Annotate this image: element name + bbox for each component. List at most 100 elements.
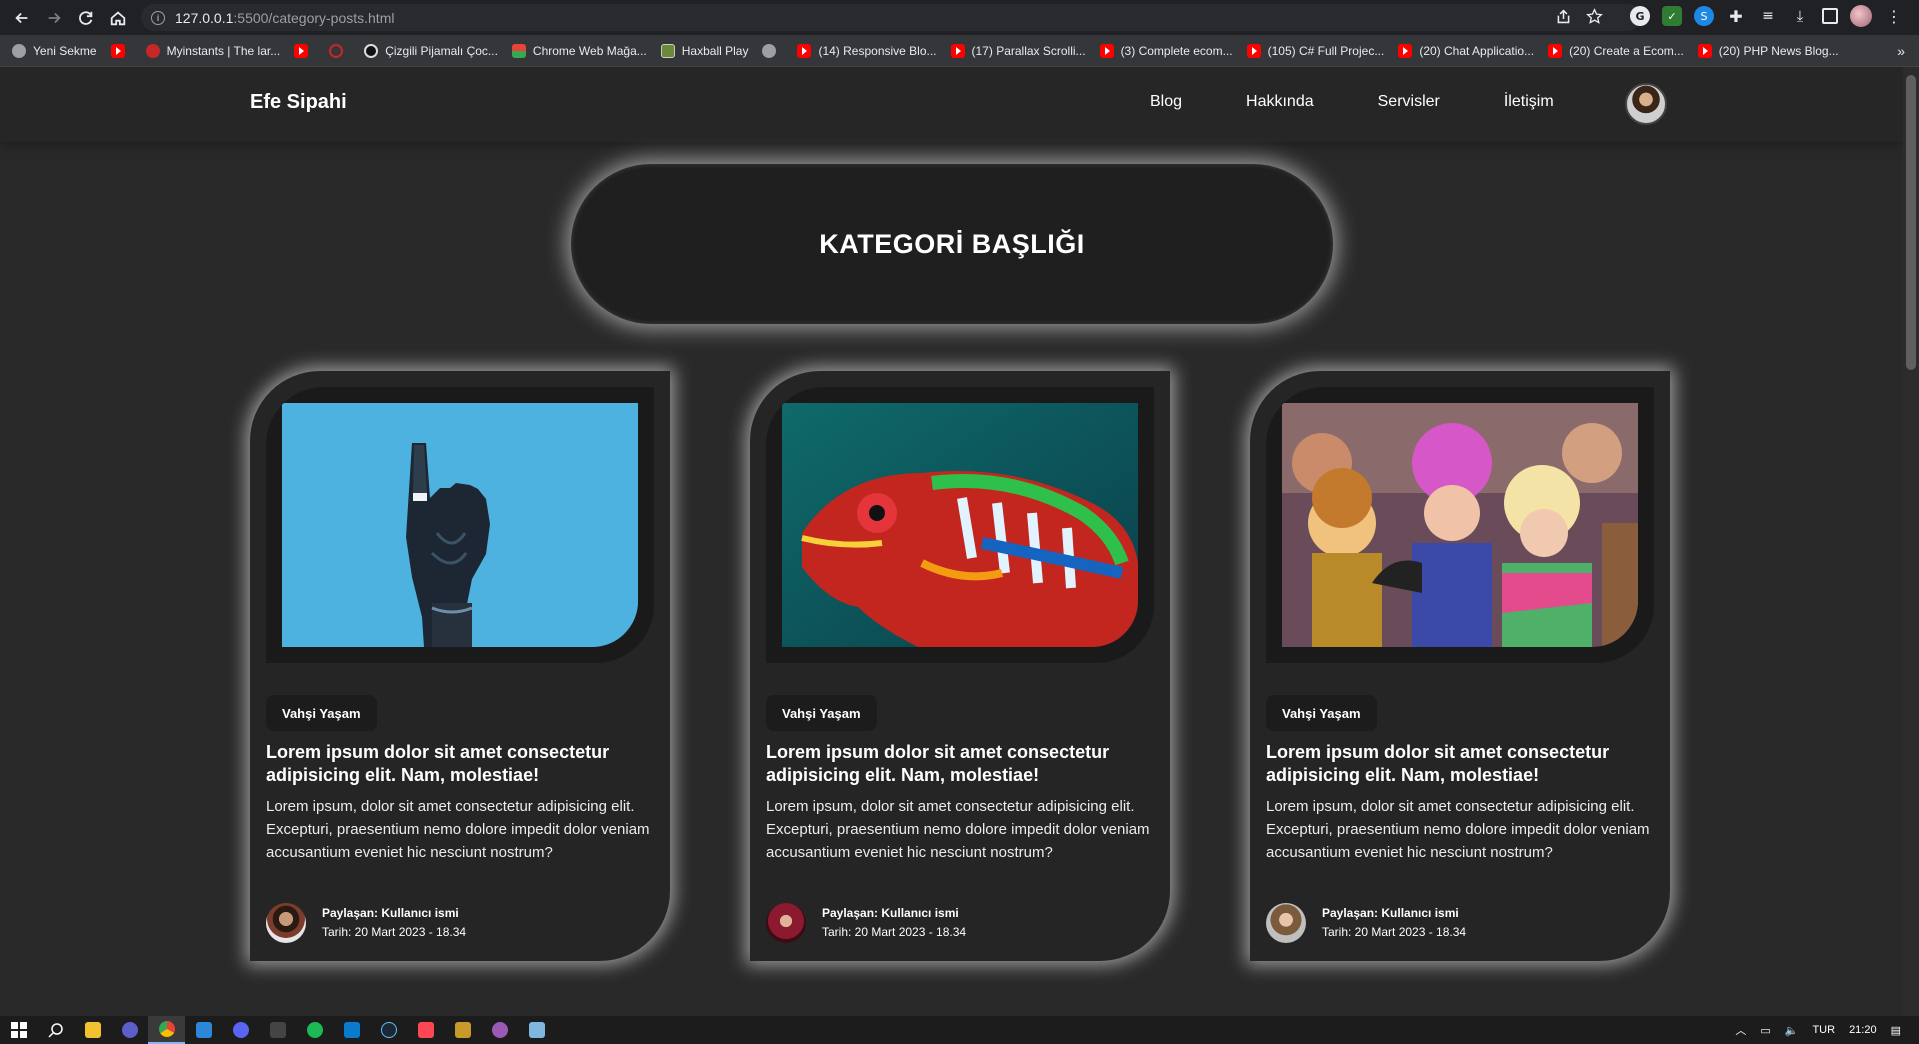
bookmark-item[interactable]: (105) C# Full Projec...: [1246, 43, 1385, 58]
extension-shazam-icon[interactable]: S: [1694, 6, 1714, 26]
bookmark-item[interactable]: Yeni Sekme: [12, 43, 97, 58]
user-avatar[interactable]: [1625, 83, 1667, 125]
post-category-tag[interactable]: Vahşi Yaşam: [1266, 695, 1377, 731]
post-title[interactable]: Lorem ipsum dolor sit amet consectetur a…: [1266, 741, 1658, 787]
vscode-icon[interactable]: [333, 1016, 370, 1044]
author-name: Paylaşan: Kullanıcı ismi: [322, 906, 459, 920]
bookmark-item[interactable]: [762, 43, 783, 58]
clock[interactable]: 21:20: [1849, 1024, 1877, 1036]
mail-icon[interactable]: [185, 1016, 222, 1044]
author-avatar[interactable]: [766, 903, 806, 943]
start-menu-icon[interactable]: [0, 1016, 37, 1044]
bookmark-label: (3) Complete ecom...: [1120, 43, 1233, 58]
site-header: Efe Sipahi Blog Hakkında Servisler İleti…: [0, 67, 1903, 142]
bookmark-favicon-icon: [1246, 43, 1261, 58]
bookmark-item[interactable]: (14) Responsive Blo...: [797, 43, 937, 58]
post-image-chameleon[interactable]: [782, 403, 1138, 647]
nav-link-contact[interactable]: İletişim: [1504, 93, 1554, 111]
tray-chevron-icon[interactable]: ︿: [1735, 1022, 1746, 1038]
bookmarks-overflow-icon[interactable]: »: [1897, 43, 1905, 59]
side-panel-icon[interactable]: [1822, 8, 1838, 24]
bookmark-item[interactable]: Haxball Play: [660, 43, 748, 58]
bookmark-label: (105) C# Full Projec...: [1267, 43, 1385, 58]
volume-icon[interactable]: 🔈: [1785, 1024, 1799, 1037]
home-icon[interactable]: [102, 2, 134, 34]
site-brand[interactable]: Efe Sipahi: [250, 91, 347, 114]
bookmark-label: Çizgili Pijamalı Çoc...: [385, 43, 498, 58]
bookmark-label: Yeni Sekme: [33, 43, 97, 58]
nav-link-services[interactable]: Servisler: [1378, 93, 1440, 111]
discord-icon[interactable]: [222, 1016, 259, 1044]
share-icon[interactable]: [1555, 8, 1572, 25]
bookmark-favicon-icon: [364, 43, 379, 58]
bookmark-item[interactable]: (20) PHP News Blog...: [1697, 43, 1839, 58]
network-icon[interactable]: ▭: [1760, 1024, 1770, 1037]
bookmark-item[interactable]: (3) Complete ecom...: [1099, 43, 1233, 58]
github-icon[interactable]: [481, 1016, 518, 1044]
bookmark-item[interactable]: [294, 43, 315, 58]
post-title[interactable]: Lorem ipsum dolor sit amet consectetur a…: [766, 741, 1158, 787]
extension-shield-icon[interactable]: ✓: [1662, 6, 1682, 26]
post-category-tag[interactable]: Vahşi Yaşam: [266, 695, 377, 731]
forward-icon[interactable]: [38, 2, 70, 34]
post-card[interactable]: Vahşi Yaşam Lorem ipsum dolor sit amet c…: [750, 371, 1170, 961]
nav-link-blog[interactable]: Blog: [1150, 93, 1182, 111]
bookmark-favicon-icon: [1697, 43, 1712, 58]
bookmark-item[interactable]: (17) Parallax Scrolli...: [950, 43, 1086, 58]
reload-icon[interactable]: [70, 2, 102, 34]
post-category-tag[interactable]: Vahşi Yaşam: [766, 695, 877, 731]
post-title[interactable]: Lorem ipsum dolor sit amet consectetur a…: [266, 741, 658, 787]
bookmark-favicon-icon: [762, 43, 777, 58]
post-author: Paylaşan: Kullanıcı ismi Tarih: 20 Mart …: [1266, 903, 1466, 943]
steam-icon[interactable]: [370, 1016, 407, 1044]
app-icon[interactable]: [444, 1016, 481, 1044]
download-icon[interactable]: ⤓: [1790, 6, 1810, 26]
category-hero: KATEGORİ BAŞLIĞI: [571, 164, 1333, 324]
post-card[interactable]: Vahşi Yaşam Lorem ipsum dolor sit amet c…: [250, 371, 670, 961]
bookmark-item[interactable]: Myinstants | The lar...: [145, 43, 280, 58]
post-image-parade[interactable]: [1282, 403, 1638, 647]
file-explorer-icon[interactable]: [74, 1016, 111, 1044]
bookmark-item[interactable]: (20) Create a Ecom...: [1548, 43, 1684, 58]
post-image-robot-hand[interactable]: [282, 403, 638, 647]
media-queue-icon[interactable]: ≡: [1758, 6, 1778, 26]
profile-avatar[interactable]: [1850, 5, 1872, 27]
bookmark-item[interactable]: [329, 43, 350, 58]
page-scrollbar[interactable]: [1903, 67, 1919, 1016]
menu-kebab-icon[interactable]: ⋮: [1884, 6, 1904, 26]
address-bar[interactable]: i 127.0.0.1:5500/category-posts.html: [141, 4, 1641, 31]
search-icon[interactable]: [37, 1016, 74, 1044]
main-nav: Blog Hakkında Servisler İletişim: [1150, 93, 1618, 111]
bookmark-item[interactable]: (20) Chat Applicatio...: [1398, 43, 1535, 58]
bookmark-favicon-icon: [12, 43, 26, 58]
site-info-icon[interactable]: i: [151, 10, 165, 25]
extension-grammar-icon[interactable]: G: [1630, 6, 1650, 26]
epic-games-icon[interactable]: [259, 1016, 296, 1044]
notifications-icon[interactable]: ▤: [1891, 1024, 1901, 1037]
bookmark-star-icon[interactable]: [1586, 8, 1603, 25]
bookmark-favicon-icon: [145, 43, 160, 58]
author-avatar[interactable]: [266, 903, 306, 943]
back-icon[interactable]: [6, 2, 38, 34]
bookmark-favicon-icon: [511, 43, 526, 58]
bookmark-label: (20) Chat Applicatio...: [1419, 43, 1535, 58]
app-icon[interactable]: [111, 1016, 148, 1044]
notepad-icon[interactable]: [518, 1016, 555, 1044]
post-excerpt: Lorem ipsum, dolor sit amet consectetur …: [266, 798, 650, 861]
system-tray: ︿ ▭ 🔈 TUR 21:20 ▤: [1735, 1016, 1919, 1044]
scrollbar-thumb[interactable]: [1906, 75, 1916, 370]
nav-link-about[interactable]: Hakkında: [1246, 93, 1314, 111]
chrome-taskbar-icon[interactable]: [148, 1016, 185, 1044]
post-author: Paylaşan: Kullanıcı ismi Tarih: 20 Mart …: [766, 903, 966, 943]
bookmark-item[interactable]: Çizgili Pijamalı Çoc...: [364, 43, 498, 58]
bookmark-favicon-icon: [294, 43, 309, 58]
browser-toolbar: i 127.0.0.1:5500/category-posts.html G ✓…: [0, 0, 1919, 35]
bookmark-item[interactable]: [110, 43, 132, 58]
post-card[interactable]: Vahşi Yaşam Lorem ipsum dolor sit amet c…: [1250, 371, 1670, 961]
author-avatar[interactable]: [1266, 903, 1306, 943]
spotify-icon[interactable]: [296, 1016, 333, 1044]
bookmark-item[interactable]: Chrome Web Mağa...: [511, 43, 647, 58]
valorant-icon[interactable]: [407, 1016, 444, 1044]
extensions-puzzle-icon[interactable]: ✚: [1726, 6, 1746, 26]
input-language[interactable]: TUR: [1812, 1024, 1835, 1036]
